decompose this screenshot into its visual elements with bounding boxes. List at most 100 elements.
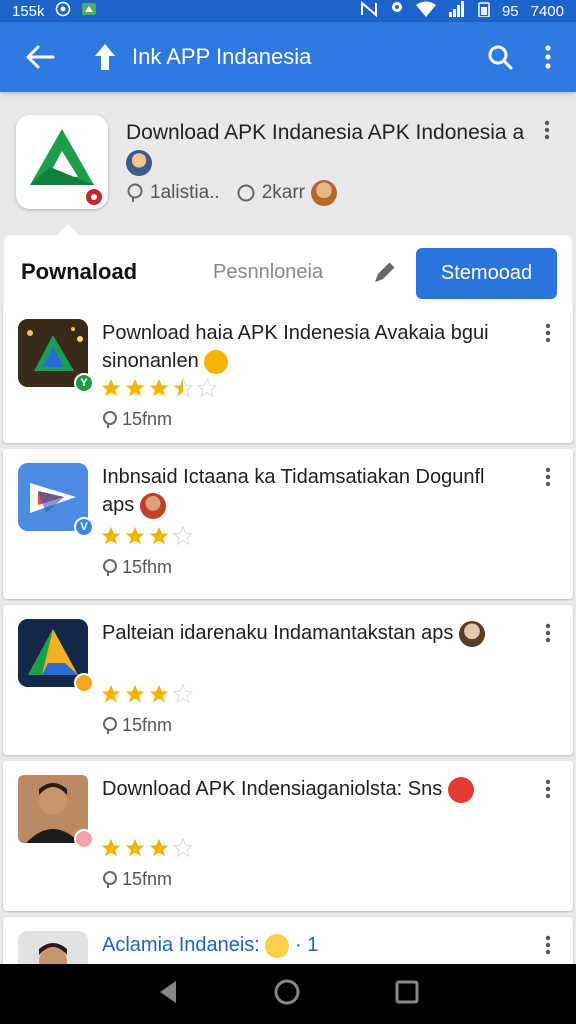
search-icon <box>488 45 513 70</box>
comment-icon <box>127 183 143 202</box>
star-filled-icon <box>149 838 169 857</box>
home-button[interactable] <box>90 37 120 77</box>
item-title-text: Palteian idarenaku Indamantakstan aps <box>102 622 454 644</box>
wifi-icon <box>415 1 436 21</box>
home-nav-button[interactable] <box>273 978 301 1011</box>
star-half-icon <box>172 377 194 398</box>
item-title-text: Aclamia Indaneis: <box>102 934 260 956</box>
meta-1: 1alistia.. <box>150 182 220 203</box>
header-meta: 1alistia.. 2karr <box>126 180 337 206</box>
more-vertical-icon <box>545 45 551 69</box>
item-comment-count: 15fnm <box>102 409 172 430</box>
system-nav-bar <box>0 964 576 1024</box>
app-title-heading: Download APK Indanesia APK Indonesia a <box>126 118 536 178</box>
star-filled-icon <box>149 378 169 397</box>
list-item[interactable]: Download APK Indensiaganiolsta: Sns 15fn… <box>3 761 573 911</box>
status-left-text: 155k <box>12 2 45 20</box>
item-comment-count: 15fhm <box>102 557 172 578</box>
list-item[interactable]: Y Pownload haia APK Indenesia Avakaia bg… <box>3 305 573 443</box>
tab-permission[interactable]: Pesnnloneia <box>213 261 323 284</box>
item-title: Inbnsaid Ictaana ka Tidamsatiakan Dogunf… <box>102 463 522 519</box>
item-count-text: 15fnm <box>122 715 173 735</box>
item-title: Download APK Indensiaganiolsta: Sns <box>102 775 522 803</box>
app-header: Download APK Indanesia APK Indonesia a 1… <box>0 100 576 230</box>
item-title: Palteian idarenaku Indamantakstan aps <box>102 619 522 647</box>
app-bar: Ink APP Indanesia <box>0 22 576 92</box>
star-filled-icon <box>149 684 169 703</box>
item-more-button[interactable] <box>545 623 559 645</box>
user-photo <box>18 775 94 849</box>
more-vertical-icon <box>544 120 550 140</box>
star-empty-icon <box>172 683 194 704</box>
avatar-icon <box>126 150 152 177</box>
item-title: Aclamia Indaneis: · 1 <box>102 931 522 959</box>
app-icon: Y <box>18 319 94 393</box>
star-filled-icon <box>125 378 145 397</box>
arrow-left-icon <box>26 45 55 69</box>
item-more-button[interactable] <box>545 467 559 489</box>
badge: Y <box>74 373 94 393</box>
download-button[interactable]: Stemooad <box>416 248 557 299</box>
more-vertical-icon <box>545 623 551 643</box>
triangle-back-icon <box>160 980 177 1003</box>
item-count-text: 15fnm <box>122 869 173 889</box>
app-icon[interactable] <box>16 115 108 209</box>
item-comment-count: 15fnm <box>102 869 172 890</box>
back-nav-button[interactable] <box>156 979 180 1010</box>
header-title-text: Download APK Indanesia APK Indonesia a <box>126 121 525 144</box>
app-icon: V <box>18 463 94 537</box>
meta-2: 2karr <box>261 182 305 203</box>
battery-icon <box>478 1 490 21</box>
comment-icon <box>103 410 117 428</box>
app-notification-icon <box>81 1 97 21</box>
edit-pencil-icon <box>375 261 396 282</box>
rating-stars <box>100 683 194 705</box>
item-more-button[interactable] <box>545 935 559 957</box>
square-recents-icon <box>395 980 419 1003</box>
overflow-menu-button[interactable] <box>528 37 568 77</box>
whatsapp-icon <box>55 1 71 21</box>
comment-icon <box>103 558 117 576</box>
search-button[interactable] <box>480 37 520 77</box>
star-filled-icon <box>125 838 145 857</box>
item-more-button[interactable] <box>545 323 559 345</box>
back-button[interactable] <box>20 37 60 77</box>
list-item[interactable]: Palteian idarenaku Indamantakstan aps 15… <box>3 605 573 755</box>
avatar-icon <box>311 180 337 206</box>
star-empty-icon <box>172 525 194 546</box>
nfc-icon <box>360 0 378 21</box>
app-icon <box>18 619 94 693</box>
badge <box>74 829 94 849</box>
header-more-button[interactable] <box>544 120 558 142</box>
recents-nav-button[interactable] <box>394 979 420 1010</box>
tab-panel: Pownaload Pesnnloneia Stemooad <box>4 235 572 305</box>
avatar-icon <box>139 492 166 519</box>
badge: V <box>74 517 94 537</box>
item-count-text: 15fnm <box>122 409 173 429</box>
edit-button[interactable] <box>370 257 400 287</box>
more-vertical-icon <box>545 935 551 955</box>
upload-home-icon <box>95 44 115 70</box>
circle-icon <box>237 184 255 202</box>
rating-stars <box>100 525 194 547</box>
item-more-button[interactable] <box>545 779 559 801</box>
more-vertical-icon <box>545 323 551 343</box>
status-time: 7400 <box>530 2 564 20</box>
status-bar: 155k 95 7400 <box>0 0 576 22</box>
star-empty-icon <box>172 837 194 858</box>
emoji-icon <box>447 776 474 803</box>
star-filled-icon <box>101 378 121 397</box>
badge <box>74 673 94 693</box>
star-filled-icon <box>125 684 145 703</box>
app-title: Ink APP Indanesia <box>132 44 312 69</box>
tab-download[interactable]: Pownaload <box>21 259 137 285</box>
battery-level: 95 <box>501 2 519 20</box>
app-logo-icon <box>16 115 108 209</box>
star-empty-icon <box>196 377 218 398</box>
star-filled-icon <box>101 838 121 857</box>
rating-stars <box>100 377 218 399</box>
signal-icon <box>448 1 466 21</box>
emoji-icon <box>204 349 229 374</box>
list-item[interactable]: V Inbnsaid Ictaana ka Tidamsatiakan Dogu… <box>3 449 573 599</box>
emoji-icon <box>265 933 290 958</box>
